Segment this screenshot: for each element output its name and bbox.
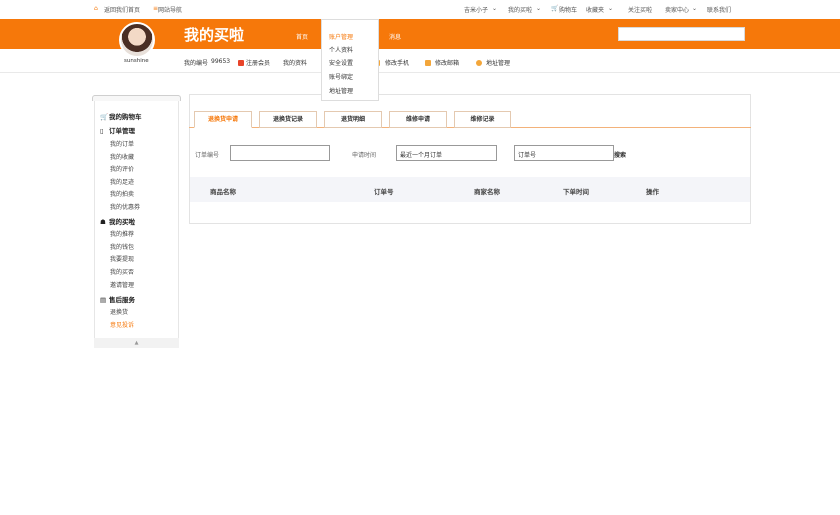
sidebar-item-favorites[interactable]: 我的收藏 <box>110 152 134 161</box>
sidebar-section-orders[interactable]: ▯ 订单管理 <box>100 125 135 135</box>
sidebar-section-cart[interactable]: 🛒我的购物车 <box>100 111 142 121</box>
order-search-input[interactable]: 订单号 <box>514 145 614 161</box>
col-order-time: 下单时间 <box>563 188 589 196</box>
dropdown-item-security[interactable]: 安全设置 <box>329 58 353 67</box>
divider <box>0 72 840 73</box>
table-header <box>190 177 750 202</box>
nav-messages[interactable]: 消息 <box>389 32 401 41</box>
account-number: 99653 <box>211 58 231 65</box>
col-order-no: 订单号 <box>374 188 394 196</box>
sidebar-top-edge <box>92 95 181 101</box>
col-merchant: 商家名称 <box>474 188 500 196</box>
member-badge: 注册会员 <box>238 58 270 67</box>
apply-time-label: 申请时间 <box>352 152 377 159</box>
tab-return-apply[interactable]: 退换货申请 <box>194 111 252 128</box>
site-nav-link[interactable]: 网站导航 <box>158 5 182 14</box>
member-icon <box>238 60 244 66</box>
sidebar-collapse-button[interactable]: ▲ <box>94 338 179 348</box>
phone-link[interactable]: 修改手机 <box>376 58 409 67</box>
sidebar-item-reviews[interactable]: 我的评价 <box>110 164 134 173</box>
brand-title: 我的买啦 <box>184 26 245 44</box>
cart-link[interactable]: 购物车 <box>559 5 577 14</box>
tab-repair-records[interactable]: 维修记录 <box>454 111 511 128</box>
nav-home[interactable]: 首页 <box>296 32 308 41</box>
sidebar-item-complaints[interactable]: 意见投诉 <box>110 320 134 329</box>
seller-center-link[interactable]: 卖家中心 <box>665 5 689 14</box>
top-bar: ⌂ 返回我们首页 ≡ 网站导航 吉米小子 ⌄ 我的买啦 ⌄ 🛒 购物车 收藏夹 … <box>0 0 840 19</box>
username: sunshine <box>124 58 149 64</box>
sidebar-section-aftersales[interactable]: ▤ 售后服务 <box>100 294 135 304</box>
chevron-down-icon: ⌄ <box>492 5 498 12</box>
cart-icon: 🛒 <box>551 5 559 12</box>
sidebar-item-buy[interactable]: 我的买否 <box>110 267 134 276</box>
sidebar-item-orders[interactable]: 我的订单 <box>110 139 134 148</box>
location-icon <box>476 60 482 66</box>
sidebar-item-auctions[interactable]: 我的拍卖 <box>110 189 134 198</box>
user-icon: ☗ <box>100 218 106 226</box>
dropdown-item-profile[interactable]: 个人资料 <box>329 45 353 54</box>
email-icon <box>425 60 431 66</box>
sidebar-item-invite[interactable]: 邀请管理 <box>110 280 134 289</box>
chevron-down-icon: ⌄ <box>692 5 698 12</box>
sidebar-section-my-maila[interactable]: ☗ 我的买啦 <box>100 216 135 226</box>
nav-account[interactable]: 账户管理 <box>329 32 353 41</box>
chevron-down-icon: ⌄ <box>536 5 542 12</box>
search-button[interactable]: 搜索 <box>614 150 626 159</box>
search-input[interactable] <box>618 27 745 41</box>
favorites-link[interactable]: 收藏夹 <box>586 5 604 14</box>
tab-return-details[interactable]: 退货明细 <box>324 111 382 128</box>
chevron-up-icon: ▲ <box>134 340 139 346</box>
col-actions: 操作 <box>646 188 659 196</box>
user-name-link[interactable]: 吉米小子 <box>464 5 488 14</box>
account-label: 我的编号 <box>184 60 209 67</box>
chevron-down-icon: ⌄ <box>608 5 614 12</box>
order-no-label: 订单编号 <box>195 152 220 159</box>
address-link[interactable]: 地址管理 <box>476 58 510 67</box>
service-icon: ▤ <box>100 296 107 304</box>
sidebar-item-coupons[interactable]: 我的优惠券 <box>110 202 140 211</box>
apply-time-select[interactable]: 最近一个月订单 <box>396 145 497 161</box>
document-icon: ▯ <box>100 127 104 135</box>
sidebar-item-wallet[interactable]: 我的钱包 <box>110 242 134 251</box>
tab-repair-apply[interactable]: 维修申请 <box>389 111 447 128</box>
sidebar-item-footprints[interactable]: 我的足迹 <box>110 177 134 186</box>
dropdown-item-address[interactable]: 地址管理 <box>329 86 353 95</box>
sidebar-item-returns[interactable]: 退换货 <box>110 307 128 316</box>
home-icon: ⌂ <box>94 5 98 12</box>
email-link[interactable]: 修改邮箱 <box>425 58 459 67</box>
home-link[interactable]: 返回我们首页 <box>104 5 140 14</box>
dropdown-item-binding[interactable]: 账号绑定 <box>329 72 353 81</box>
my-maila-link[interactable]: 我的买啦 <box>508 5 532 14</box>
cart-icon: 🛒 <box>100 113 109 121</box>
col-product-name: 商品名称 <box>210 188 236 196</box>
tab-return-records[interactable]: 退换货记录 <box>259 111 317 128</box>
avatar[interactable] <box>119 22 155 58</box>
order-no-input[interactable] <box>230 145 330 161</box>
contact-link[interactable]: 联系我们 <box>707 5 731 14</box>
account-dropdown: 账户管理 个人资料 安全设置 账号绑定 地址管理 <box>321 19 379 101</box>
follow-link[interactable]: 关注买啦 <box>628 5 652 14</box>
sidebar-item-withdraw[interactable]: 我要提现 <box>110 254 134 263</box>
sidebar-item-recommend[interactable]: 我的推荐 <box>110 229 134 238</box>
my-profile-link[interactable]: 我的资料 <box>283 58 307 67</box>
